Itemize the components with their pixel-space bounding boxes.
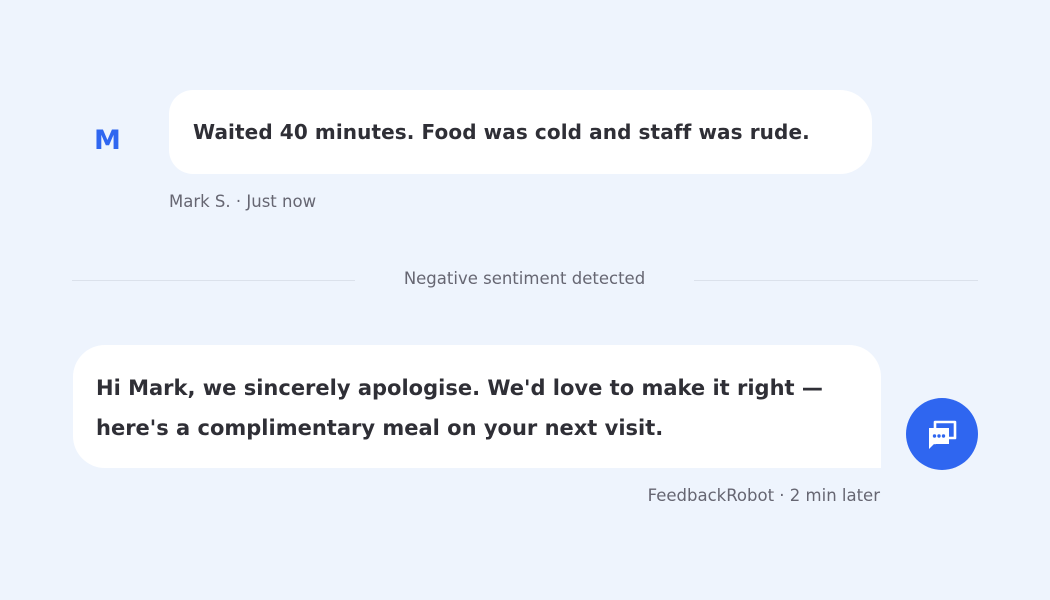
bot-message-bubble: Hi Mark, we sincerely apologise. We'd lo… [73, 345, 881, 468]
divider-line-left [72, 280, 355, 281]
bot-avatar [906, 398, 978, 470]
chat-bubble-icon [929, 420, 957, 449]
divider-line-right [694, 280, 978, 281]
user-message-text: Waited 40 minutes. Food was cold and sta… [193, 120, 810, 144]
bot-message-meta: FeedbackRobot · 2 min later [647, 486, 880, 505]
bot-message-line-1: Hi Mark, we sincerely apologise. We'd lo… [96, 376, 823, 400]
bot-message-line-2: here's a complimentary meal on your next… [96, 415, 664, 440]
user-message-meta: Mark S. · Just now [169, 192, 317, 211]
user-message-bubble: Waited 40 minutes. Food was cold and sta… [169, 90, 872, 174]
user-avatar-initial: M [94, 125, 121, 156]
sentiment-divider-label: Negative sentiment detected [403, 269, 646, 288]
